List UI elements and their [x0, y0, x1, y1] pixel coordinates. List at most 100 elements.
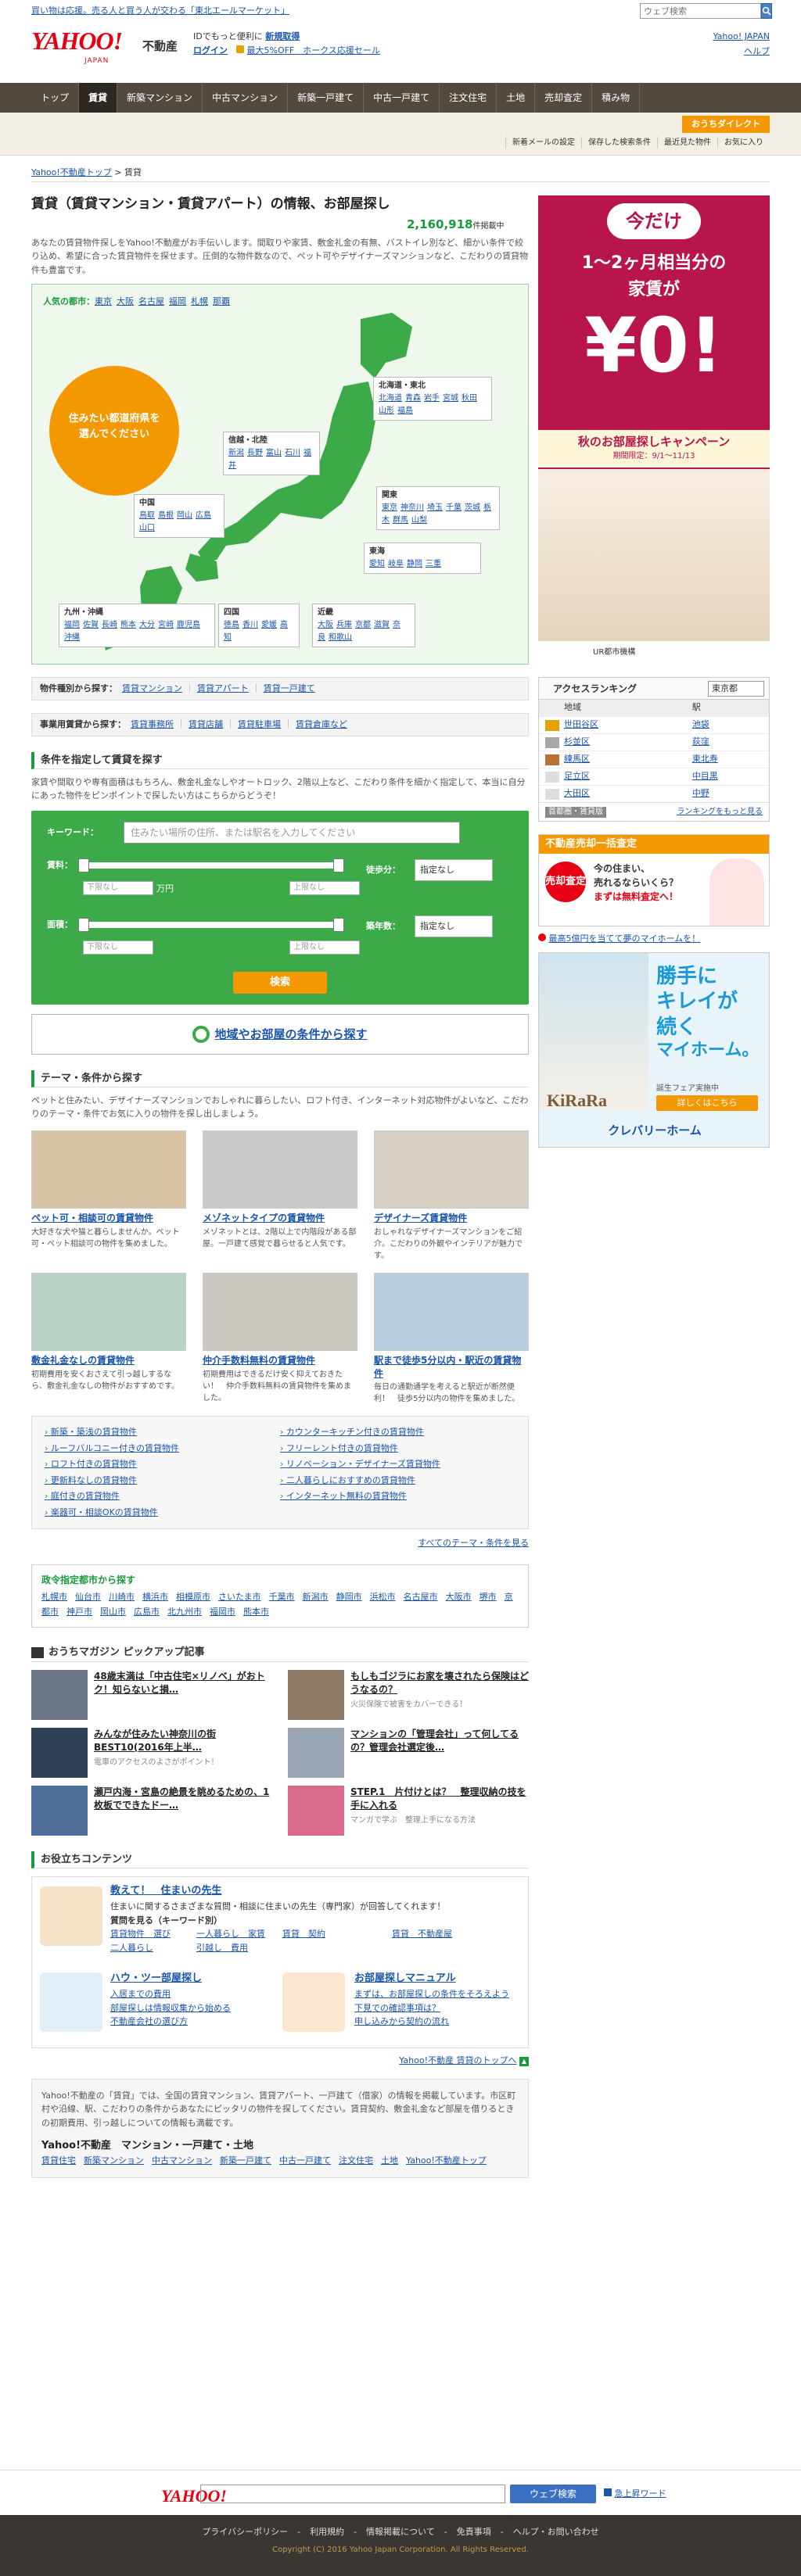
- city-link[interactable]: 札幌市: [41, 1592, 67, 1602]
- city-link[interactable]: 神戸市: [66, 1607, 92, 1617]
- useful-link[interactable]: 申し込みから契約の流れ: [354, 2015, 519, 2029]
- useful-link[interactable]: 一人暮らし 家賃: [196, 1927, 282, 1941]
- pref-link[interactable]: 熊本: [120, 621, 136, 629]
- city-link[interactable]: 川崎市: [109, 1592, 135, 1602]
- area-max-handle[interactable]: [333, 917, 344, 932]
- theme-card[interactable]: 仲介手数料無料の賃貸物件 初期費用はできるだけ安く抑えておきたい！ 仲介手数料無料…: [203, 1272, 357, 1406]
- magazine-title[interactable]: 瀬戸内海・宮島の絶景を眺めるための、1枚板でできたドー…: [94, 1786, 272, 1812]
- pref-link[interactable]: 岐阜: [388, 560, 404, 568]
- pref-link[interactable]: 石川: [285, 449, 300, 457]
- theme-title[interactable]: デザイナーズ賃貸物件: [374, 1212, 529, 1225]
- rent-min-field[interactable]: 下限なし: [83, 880, 153, 895]
- nav-item[interactable]: 新築一戸建て: [288, 83, 365, 113]
- theme-card[interactable]: メゾネットタイプの賃貸物件 メゾネットとは、2階以上で内階段がある部屋。一戸建て感…: [203, 1130, 357, 1262]
- theme-tag-link[interactable]: フリーレント付きの賃貸物件: [280, 1442, 515, 1456]
- city-link[interactable]: 堺市: [480, 1592, 497, 1602]
- pref-link[interactable]: 大阪: [318, 621, 333, 629]
- breadcrumb-top[interactable]: Yahoo!不動産トップ: [31, 167, 112, 177]
- user-tool-link[interactable]: 保存した検索条件: [581, 137, 657, 149]
- pref-link[interactable]: 山梨: [411, 516, 427, 525]
- magazine-title[interactable]: もしもゴジラにお家を壊されたら保険はどうなるの？: [350, 1670, 529, 1696]
- theme-tag-link[interactable]: ルーフバルコニー付きの賃貸物件: [45, 1442, 280, 1456]
- web-search-input[interactable]: [640, 3, 761, 19]
- useful-link[interactable]: 下見での確認事項は？: [354, 2001, 519, 2015]
- pref-link[interactable]: 茨城: [465, 503, 480, 512]
- magazine-item[interactable]: みんなが住みたい神奈川の街BEST10(2016年上半… 電車のアクセスのよさがポ…: [31, 1728, 272, 1779]
- useful-link[interactable]: 部屋探しは情報収集から始める: [110, 2001, 275, 2015]
- manual-title[interactable]: お部屋探しマニュアル: [354, 1972, 456, 1984]
- area-slider[interactable]: [78, 921, 344, 928]
- pref-link[interactable]: 富山: [266, 449, 282, 457]
- user-tool-link[interactable]: お気に入り: [717, 137, 770, 149]
- condition-search-button[interactable]: 検索: [233, 971, 327, 994]
- promo-link[interactable]: 買い物は応援。売る人と買う人が交わる「東北エールマーケット」: [31, 5, 289, 18]
- biz-link[interactable]: 賃貸店舗: [189, 719, 223, 729]
- ranking-station-link[interactable]: 東北寿: [692, 754, 718, 764]
- ranking-area-link[interactable]: 練馬区: [564, 754, 590, 764]
- area-search-link[interactable]: 地域やお部屋の条件から探す: [31, 1013, 529, 1055]
- theme-title[interactable]: 駅まで徒歩5分以内・駅近の賃貸物件: [374, 1354, 529, 1381]
- pref-link[interactable]: 滋賀: [374, 621, 390, 629]
- pref-link[interactable]: 沖縄: [64, 633, 80, 642]
- city-link[interactable]: 千葉市: [269, 1592, 295, 1602]
- useful-link[interactable]: 賃貸 不動産屋: [392, 1927, 478, 1941]
- nav-item[interactable]: 中古一戸建て: [364, 83, 440, 113]
- city-link[interactable]: さいたま市: [218, 1592, 261, 1602]
- ranking-station-link[interactable]: 池袋: [692, 719, 709, 729]
- city-link[interactable]: 横浜市: [142, 1592, 168, 1602]
- pref-link[interactable]: 広島: [196, 511, 211, 520]
- pref-link[interactable]: 兵庫: [336, 621, 352, 629]
- footer-link[interactable]: 利用規約: [310, 2527, 344, 2537]
- all-themes-link[interactable]: すべてのテーマ・条件を見る: [418, 1538, 529, 1548]
- to-top-link[interactable]: Yahoo!不動産 賃貸のトップへ: [399, 2055, 516, 2065]
- about-link[interactable]: 土地: [381, 2155, 398, 2166]
- pref-link[interactable]: 香川: [242, 621, 258, 629]
- search-button[interactable]: [761, 3, 772, 19]
- pref-link[interactable]: 岡山: [177, 511, 192, 520]
- about-link[interactable]: 新築一戸建て: [220, 2155, 271, 2166]
- footer-search-input[interactable]: [200, 2485, 505, 2503]
- howto-title[interactable]: ハウ・ツー部屋探し: [110, 1972, 202, 1984]
- pref-link[interactable]: 静岡: [407, 560, 422, 568]
- about-link[interactable]: 中古マンション: [152, 2155, 212, 2166]
- types-link[interactable]: 賃貸マンション: [122, 683, 182, 693]
- city-link[interactable]: 大阪市: [446, 1592, 472, 1602]
- useful-link[interactable]: 入居までの費用: [110, 1987, 275, 2001]
- pref-link[interactable]: 鹿児島: [177, 621, 200, 629]
- lottery-link[interactable]: 最高5億円を当てて夢のマイホームを！: [549, 933, 701, 944]
- about-link[interactable]: 注文住宅: [339, 2155, 373, 2166]
- footer-link[interactable]: 情報掲載について: [366, 2527, 435, 2537]
- help-link[interactable]: ヘルプ: [713, 45, 770, 59]
- nav-item[interactable]: 土地: [497, 83, 536, 113]
- ranking-area-link[interactable]: 大田区: [564, 788, 590, 798]
- useful-link[interactable]: まずは、お部屋探しの条件をそろえよう: [354, 1987, 519, 2001]
- city-link[interactable]: 仙台市: [75, 1592, 101, 1602]
- nav-item[interactable]: 注文住宅: [440, 83, 497, 113]
- theme-title[interactable]: 敷金礼金なしの賃貸物件: [31, 1354, 186, 1367]
- new-id-link[interactable]: 新規取得: [265, 31, 300, 41]
- city-link[interactable]: 広島市: [134, 1607, 160, 1617]
- yahoo-japan-link[interactable]: Yahoo! JAPAN: [713, 30, 770, 45]
- magazine-item[interactable]: 48歳末満は「中古住宅×リノベ」がおトク！知らないと損…: [31, 1670, 272, 1721]
- ur-ad-banner[interactable]: 今だけ 1〜2ヶ月相当分の 家賃が ¥0! 秋のお部屋探しキャンペーン 期間限定…: [538, 195, 770, 665]
- magazine-item[interactable]: STEP.1 片付けとは？ 整理収納の技を手に入れる マンガで学ぶ 整理上手になる…: [288, 1786, 529, 1836]
- pref-link[interactable]: 群馬: [393, 516, 408, 525]
- useful-link[interactable]: 賃貸物件 選び: [110, 1927, 196, 1941]
- useful-link[interactable]: 二人暮らし: [110, 1941, 196, 1955]
- pref-link[interactable]: 東京: [382, 503, 397, 512]
- city-link[interactable]: 相模原市: [176, 1592, 210, 1602]
- ranking-station-link[interactable]: 中野: [692, 788, 709, 798]
- magazine-title[interactable]: 48歳末満は「中古住宅×リノベ」がおトク！知らないと損…: [94, 1670, 272, 1696]
- theme-title[interactable]: 仲介手数料無料の賃貸物件: [203, 1354, 357, 1367]
- city-link[interactable]: 福岡市: [210, 1607, 235, 1617]
- pref-link[interactable]: 三重: [426, 560, 441, 568]
- useful-link[interactable]: 賃貸 契約: [282, 1927, 392, 1941]
- rent-slider[interactable]: [78, 862, 344, 869]
- pref-link[interactable]: 福岡: [64, 621, 80, 629]
- magazine-item[interactable]: もしもゴジラにお家を壊されたら保険はどうなるの？ 火災保険で被害をカバーできる！: [288, 1670, 529, 1721]
- magazine-title[interactable]: マンションの「管理会社」って何してるの？管理会社選定後…: [350, 1728, 529, 1754]
- ranking-station-link[interactable]: 中目黒: [692, 771, 718, 781]
- city-link[interactable]: 静岡市: [336, 1592, 362, 1602]
- pref-link[interactable]: 愛媛: [261, 621, 277, 629]
- satei-banner[interactable]: 不動産売却一括査定 売却査定 今の住まい、 売れるならいくら？ まずは無料査定へ…: [538, 834, 770, 926]
